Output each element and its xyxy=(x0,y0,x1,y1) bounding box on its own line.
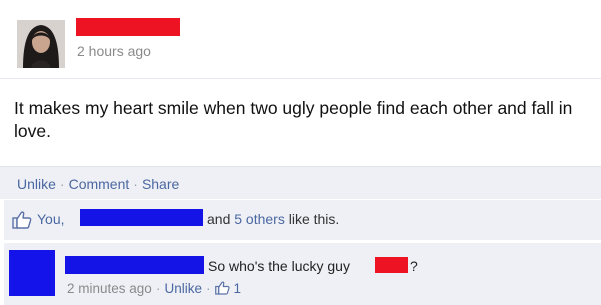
divider xyxy=(0,78,601,79)
mentioned-name-redacted xyxy=(375,257,408,273)
commenter-avatar-redacted[interactable] xyxy=(9,250,55,296)
avatar-photo-icon xyxy=(17,20,65,68)
others-link[interactable]: 5 others xyxy=(234,211,285,227)
separator-dot: · xyxy=(133,176,138,192)
comment-link[interactable]: Comment xyxy=(69,176,130,192)
likes-summary: and 5 others like this. xyxy=(207,211,339,227)
poster-name-redacted[interactable] xyxy=(76,18,180,36)
likes-you-link[interactable]: You, xyxy=(37,211,65,227)
separator-dot: · xyxy=(59,176,65,192)
likes-text-prefix: and xyxy=(207,211,235,227)
likes-text-suffix: like this. xyxy=(284,211,340,227)
comment-meta: 2 minutes ago · Unlike · 1 xyxy=(67,280,241,296)
commenter-name-redacted[interactable] xyxy=(65,256,204,274)
comment-unlike-link[interactable]: Unlike xyxy=(164,281,202,296)
post-actions: Unlike · Comment · Share xyxy=(17,176,179,194)
post-timestamp[interactable]: 2 hours ago xyxy=(77,43,151,59)
poster-avatar[interactable] xyxy=(17,20,65,68)
comment-like-count[interactable]: 1 xyxy=(233,281,241,296)
liker-name-redacted[interactable] xyxy=(80,209,203,226)
unlike-link[interactable]: Unlike xyxy=(17,176,56,192)
comment-text: So who's the lucky guy xyxy=(208,258,350,274)
comment-like-icon[interactable] xyxy=(214,281,230,296)
separator-dot: · xyxy=(155,280,161,296)
comment-timestamp[interactable]: 2 minutes ago xyxy=(67,281,152,296)
thumbs-up-icon xyxy=(12,211,32,234)
comment-question-mark: ? xyxy=(410,258,418,274)
post-text: It makes my heart smile when two ugly pe… xyxy=(14,98,573,141)
separator-dot: · xyxy=(206,280,211,296)
share-link[interactable]: Share xyxy=(142,176,179,192)
